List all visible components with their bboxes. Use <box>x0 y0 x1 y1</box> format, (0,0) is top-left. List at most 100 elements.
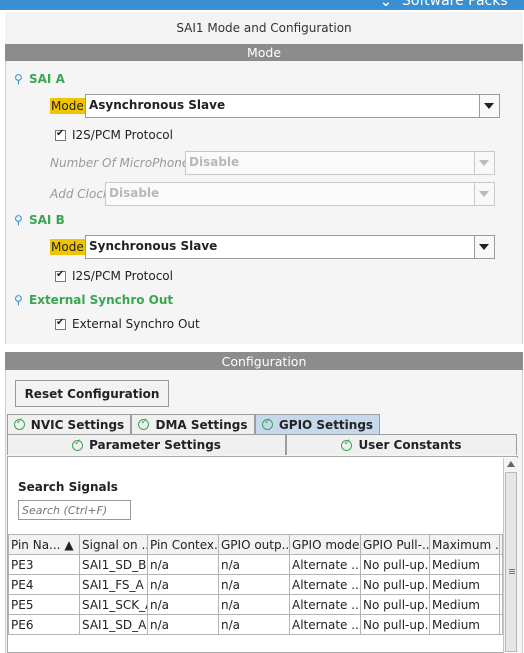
dropdown-arrow-icon <box>474 183 494 205</box>
table-cell: Medium <box>429 574 500 595</box>
table-cell: Alternate ... <box>289 574 361 595</box>
sai-a-section[interactable]: ⚲ SAI A <box>14 71 65 87</box>
pin-icon: ⚲ <box>14 213 23 227</box>
ext-sync-checkbox[interactable] <box>55 317 66 330</box>
tab-gpio-settings[interactable]: GPIO Settings <box>255 414 380 434</box>
check-circle-icon <box>138 417 150 430</box>
table-cell: Alternate ... <box>289 614 361 635</box>
pin-icon: ⚲ <box>14 72 23 86</box>
tab-parameter-label: Parameter Settings <box>89 438 221 452</box>
sai-b-mode-select[interactable]: Synchronous Slave <box>85 235 495 259</box>
add-clock-select: Disable <box>105 182 495 206</box>
table-cell: No pull-up... <box>360 554 430 575</box>
column-header-gpio-mode[interactable]: GPIO mode <box>289 534 361 555</box>
microphones-select: Disable <box>185 151 495 175</box>
reset-configuration-button[interactable]: Reset Configuration <box>15 380 169 407</box>
sai-b-mode-label: Mode <box>50 239 85 255</box>
vertical-scrollbar[interactable] <box>503 458 518 653</box>
table-row[interactable]: PE6 SAI1_SD_A n/a n/a Alternate ... No p… <box>8 614 503 635</box>
column-header-maximum[interactable]: Maximum ... <box>429 534 500 555</box>
tab-dma-label: DMA Settings <box>155 417 248 432</box>
tab-nvic-label: NVIC Settings <box>30 417 125 432</box>
panel-title-text: SAI1 Mode and Configuration <box>176 21 352 35</box>
mode-header: Mode <box>5 44 523 61</box>
sai-a-protocol-checkbox[interactable] <box>55 128 66 141</box>
add-clock-label: Add Clock <box>50 187 110 201</box>
chevron-down-icon: ⌄ <box>380 0 392 10</box>
mode-header-text: Mode <box>246 45 282 60</box>
microphones-label: Number Of MicroPhones <box>50 156 196 170</box>
table-cell: Medium <box>429 554 500 575</box>
check-circle-icon <box>261 417 273 430</box>
column-header-pin-context[interactable]: Pin Contex... <box>147 534 219 555</box>
configuration-header-text: Configuration <box>221 353 307 369</box>
table-cell: Alternate ... <box>289 594 361 615</box>
table-cell: PE6 <box>8 614 80 635</box>
pin-icon: ⚲ <box>14 293 23 307</box>
table-cell: n/a <box>218 614 290 635</box>
ext-sync-section[interactable]: ⚲ External Synchro Out <box>14 292 173 308</box>
table-cell: PE4 <box>8 574 80 595</box>
tab-nvic-settings[interactable]: NVIC Settings <box>7 414 131 434</box>
table-header-row: Pin Na... ▲ Signal on ... Pin Contex... … <box>8 534 503 555</box>
table-cell: SAI1_SD_B <box>79 554 148 575</box>
column-header-pin-name[interactable]: Pin Na... ▲ <box>8 534 80 555</box>
sai-b-section[interactable]: ⚲ SAI B <box>14 212 65 228</box>
microphones-value: Disable <box>189 155 240 169</box>
tab-dma-settings[interactable]: DMA Settings <box>131 414 255 434</box>
tab-user-constants-label: User Constants <box>358 438 462 452</box>
sai-b-protocol-row[interactable]: I2S/PCM Protocol <box>55 268 173 284</box>
grip-icon <box>509 569 515 570</box>
scrollbar-thumb[interactable] <box>505 472 517 652</box>
sai-b-protocol-checkbox[interactable] <box>55 269 66 282</box>
tab-user-constants[interactable]: User Constants <box>286 434 517 455</box>
table-cell: n/a <box>147 594 219 615</box>
check-circle-icon <box>72 438 84 451</box>
table-cell: n/a <box>147 614 219 635</box>
search-signals-input[interactable] <box>18 500 131 520</box>
table-cell: No pull-up... <box>360 614 430 635</box>
software-packs-bar[interactable]: ⌄ Software Packs <box>0 0 524 10</box>
sai-a-protocol-label: I2S/PCM Protocol <box>72 128 173 142</box>
sai-a-mode-value: Asynchronous Slave <box>89 98 226 112</box>
tab-parameter-settings[interactable]: Parameter Settings <box>7 434 286 455</box>
table-cell: Alternate ... <box>289 554 361 575</box>
sai-a-protocol-row[interactable]: I2S/PCM Protocol <box>55 127 173 143</box>
dropdown-arrow-icon[interactable] <box>479 95 499 117</box>
check-circle-icon <box>13 417 25 430</box>
table-cell: PE5 <box>8 594 80 615</box>
reset-configuration-label: Reset Configuration <box>24 386 160 401</box>
sai-a-title: SAI A <box>29 72 65 86</box>
ext-sync-label: External Synchro Out <box>72 317 200 331</box>
table-row[interactable]: PE5 SAI1_SCK_A n/a n/a Alternate ... No … <box>8 594 503 615</box>
column-header-label: Pin Na... <box>11 537 61 552</box>
sai-b-mode-value: Synchronous Slave <box>89 239 218 253</box>
table-cell: n/a <box>218 554 290 575</box>
ext-sync-row[interactable]: External Synchro Out <box>55 316 200 332</box>
configuration-header: Configuration <box>5 352 523 370</box>
table-cell: n/a <box>147 554 219 575</box>
dropdown-arrow-icon[interactable] <box>474 236 494 258</box>
scroll-up-arrow-icon[interactable] <box>507 461 515 467</box>
add-clock-value: Disable <box>109 186 160 200</box>
tab-gpio-label: GPIO Settings <box>278 417 374 432</box>
table-cell: n/a <box>218 574 290 595</box>
panel-title: SAI1 Mode and Configuration <box>5 12 523 44</box>
table-cell: No pull-up... <box>360 574 430 595</box>
table-cell: SAI1_SCK_A <box>79 594 148 615</box>
column-header-signal[interactable]: Signal on ... <box>79 534 148 555</box>
check-circle-icon <box>341 438 353 451</box>
sort-ascending-icon: ▲ <box>64 537 74 552</box>
gpio-signals-table: Pin Na... ▲ Signal on ... Pin Contex... … <box>8 534 503 635</box>
table-cell: No pull-up... <box>360 594 430 615</box>
column-header-gpio-output[interactable]: GPIO outp... <box>218 534 290 555</box>
search-signals-label: Search Signals <box>18 480 118 494</box>
table-cell: n/a <box>218 594 290 615</box>
sai-a-mode-label: Mode <box>50 98 85 114</box>
table-row[interactable]: PE4 SAI1_FS_A n/a n/a Alternate ... No p… <box>8 574 503 595</box>
column-header-gpio-pull[interactable]: GPIO Pull-... <box>360 534 430 555</box>
table-row[interactable]: PE3 SAI1_SD_B n/a n/a Alternate ... No p… <box>8 554 503 575</box>
sai-a-mode-select[interactable]: Asynchronous Slave <box>85 94 500 118</box>
dropdown-arrow-icon <box>474 152 494 174</box>
table-cell: SAI1_FS_A <box>79 574 148 595</box>
